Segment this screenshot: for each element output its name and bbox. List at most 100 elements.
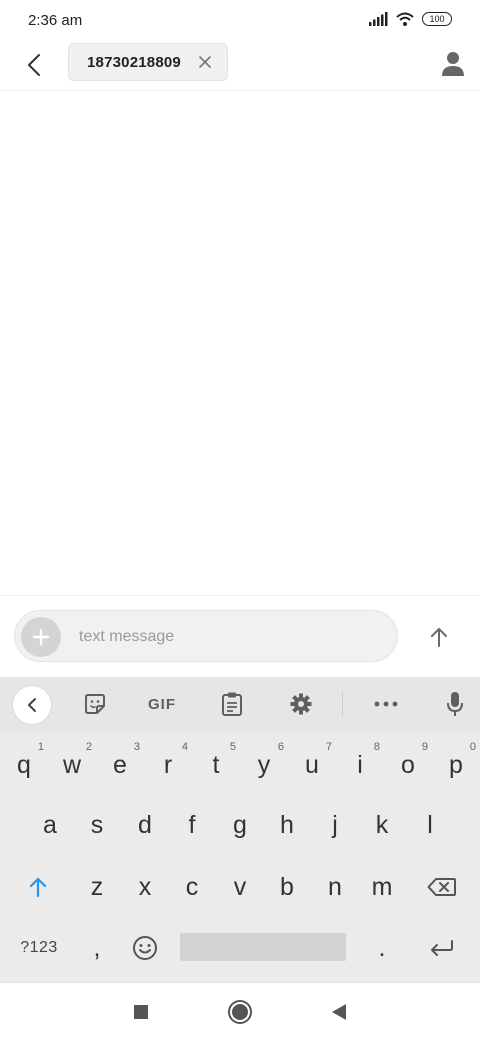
key-hint: 6 — [277, 741, 284, 753]
shift-key[interactable] — [14, 859, 62, 915]
key-label: . — [378, 933, 386, 962]
gear-icon — [290, 693, 312, 715]
symbols-label: ?123 — [20, 939, 58, 956]
emoji-icon — [133, 936, 157, 960]
key-q[interactable]: q1 — [0, 737, 48, 793]
key-g[interactable]: g — [216, 797, 264, 853]
compose-field — [14, 610, 398, 662]
key-label: k — [375, 810, 389, 839]
recipient-chip[interactable]: 18730218809 — [68, 43, 228, 81]
key-d[interactable]: d — [121, 797, 169, 853]
key-o[interactable]: o9 — [384, 737, 432, 793]
key-c[interactable]: c — [168, 859, 216, 915]
recents-square-icon — [134, 1005, 148, 1019]
status-icons: 100 — [368, 12, 452, 26]
backspace-key[interactable] — [418, 859, 466, 915]
key-label: w — [62, 750, 82, 779]
battery-icon: 100 — [422, 12, 452, 26]
key-label: s — [90, 810, 104, 839]
key-label: v — [233, 872, 247, 901]
key-m[interactable]: m — [358, 859, 406, 915]
status-time: 2:36 am — [28, 12, 83, 29]
key-label: m — [371, 872, 393, 901]
home-button[interactable] — [227, 999, 253, 1025]
key-a[interactable]: a — [26, 797, 74, 853]
sticker-button[interactable] — [80, 689, 110, 719]
keyboard-toolbar: GIF — [0, 677, 480, 732]
key-j[interactable]: j — [311, 797, 359, 853]
battery-level: 100 — [429, 13, 445, 24]
back-button[interactable] — [18, 50, 50, 80]
key-t[interactable]: t5 — [192, 737, 240, 793]
attach-button[interactable] — [21, 617, 61, 657]
key-n[interactable]: n — [311, 859, 359, 915]
key-hint: 1 — [37, 741, 44, 753]
more-options-button[interactable] — [370, 689, 402, 719]
key-label: q — [17, 750, 31, 779]
key-i[interactable]: i8 — [336, 737, 384, 793]
key-l[interactable]: l — [406, 797, 454, 853]
send-button[interactable] — [422, 620, 456, 654]
key-f[interactable]: f — [168, 797, 216, 853]
key-label: c — [185, 872, 199, 901]
key-u[interactable]: u7 — [288, 737, 336, 793]
key-y[interactable]: y6 — [240, 737, 288, 793]
recents-button[interactable] — [128, 999, 154, 1025]
back-triangle-icon — [332, 1004, 346, 1020]
back-nav-button[interactable] — [326, 999, 352, 1025]
key-e[interactable]: e3 — [96, 737, 144, 793]
enter-key[interactable] — [418, 920, 466, 976]
compose-bar — [0, 595, 480, 678]
clipboard-button[interactable] — [218, 689, 246, 719]
comma-key[interactable]: , — [73, 920, 121, 976]
contact-person-icon[interactable] — [440, 50, 466, 78]
wifi-icon — [396, 12, 414, 26]
key-label: r — [163, 750, 173, 779]
key-label: e — [113, 750, 127, 779]
key-hint: 0 — [469, 741, 476, 753]
back-arrow-icon — [28, 54, 40, 76]
key-hint: 2 — [85, 741, 92, 753]
emoji-key[interactable] — [121, 920, 169, 976]
key-label: h — [280, 810, 294, 839]
key-w[interactable]: w2 — [48, 737, 96, 793]
settings-button[interactable] — [286, 689, 316, 719]
key-r[interactable]: r4 — [144, 737, 192, 793]
key-b[interactable]: b — [263, 859, 311, 915]
voice-input-button[interactable] — [442, 689, 468, 719]
conversation-header: 18730218809 — [0, 40, 480, 91]
collapse-toolbar-button[interactable] — [13, 686, 51, 724]
key-label: j — [332, 810, 338, 839]
key-label: t — [212, 750, 220, 779]
more-dots-icon — [374, 701, 398, 707]
gif-button[interactable]: GIF — [140, 689, 184, 719]
key-z[interactable]: z — [73, 859, 121, 915]
key-s[interactable]: s — [73, 797, 121, 853]
key-k[interactable]: k — [358, 797, 406, 853]
keyboard: GIF q 1 w 2 e 3 r 4 t 5 y 6 u 7 i 8 o 9 … — [0, 677, 480, 982]
key-label: i — [357, 750, 363, 779]
key-label: z — [90, 872, 104, 901]
key-label: f — [188, 810, 196, 839]
gif-label: GIF — [148, 695, 176, 713]
shift-arrow-icon — [29, 877, 47, 898]
key-hint: 8 — [373, 741, 380, 753]
space-bar[interactable] — [180, 933, 346, 961]
key-h[interactable]: h — [263, 797, 311, 853]
symbols-key[interactable]: ?123 — [14, 920, 64, 976]
key-v[interactable]: v — [216, 859, 264, 915]
key-x[interactable]: x — [121, 859, 169, 915]
key-label: a — [43, 810, 57, 839]
message-input[interactable] — [79, 625, 379, 649]
close-icon[interactable] — [197, 54, 213, 70]
home-circle-icon — [228, 1000, 252, 1024]
key-hint: 7 — [325, 741, 332, 753]
key-label: n — [328, 872, 342, 901]
key-label: x — [138, 872, 152, 901]
clipboard-icon — [222, 692, 242, 716]
key-label: b — [280, 872, 294, 901]
period-key[interactable]: . — [358, 920, 406, 976]
sticker-icon — [85, 694, 105, 714]
key-p[interactable]: p0 — [432, 737, 480, 793]
toolbar-divider — [342, 691, 343, 717]
